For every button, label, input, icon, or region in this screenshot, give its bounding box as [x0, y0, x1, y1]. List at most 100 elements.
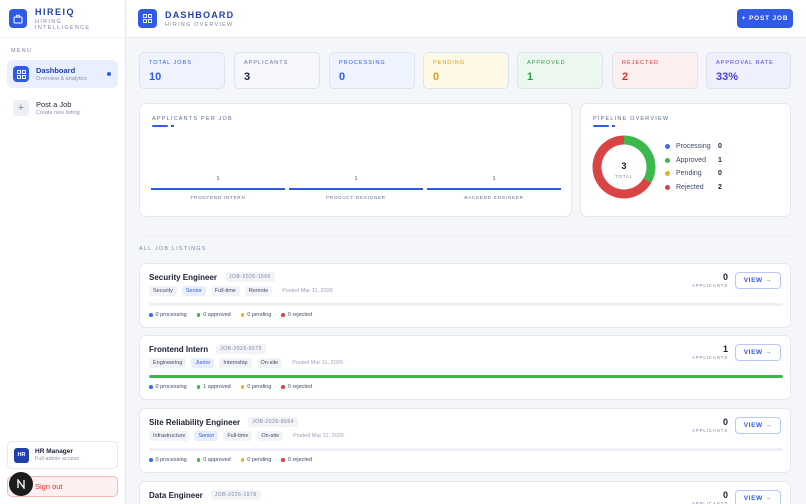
- stat-value: 0: [433, 71, 440, 83]
- stat-card-pending: PENDING 0: [423, 52, 509, 89]
- stat-label: APPLICANTS: [244, 60, 289, 66]
- legend-value: 0: [718, 170, 722, 178]
- view-job-button[interactable]: VIEW →: [735, 344, 781, 361]
- applicant-label: APPLICANTS: [691, 428, 728, 433]
- job-id-badge: JOB-2026-1978: [210, 490, 261, 500]
- count-text: 0 processing: [155, 312, 187, 318]
- title-accent: [152, 125, 174, 127]
- legend-item: Processing 0: [665, 140, 722, 154]
- stat-label: APPROVED: [527, 60, 566, 66]
- stat-value: 2: [622, 71, 629, 83]
- active-indicator: [107, 72, 111, 76]
- app-root: HIREIQ HIRING INTELLIGENCE MENU Dashboar…: [0, 0, 806, 504]
- applicant-number: 0: [722, 272, 728, 282]
- brand-subtitle: HIRING INTELLIGENCE: [35, 18, 91, 31]
- count-text: 0 rejected: [287, 384, 313, 390]
- tag-level: Junior: [191, 358, 215, 368]
- sidebar-item-dashboard[interactable]: Dashboard Overview & analytics: [7, 60, 118, 88]
- count-text: 0 approved: [203, 457, 231, 463]
- count-approved: 0 approved: [196, 457, 231, 463]
- tag-level: Senior: [181, 286, 206, 296]
- legend-item: Pending 0: [665, 167, 722, 181]
- job-id-badge: JOB-2026-9579: [216, 344, 266, 354]
- bar: [289, 188, 423, 190]
- legend-dot: [665, 171, 670, 177]
- brand: HIREIQ HIRING INTELLIGENCE: [0, 0, 125, 38]
- applicant-label: APPLICANTS: [691, 355, 728, 360]
- menu-title: MENU: [11, 48, 32, 54]
- count-processing: 0 processing: [149, 457, 187, 463]
- page-subtitle: HIRING OVERVIEW: [165, 21, 234, 28]
- count-rejected: 0 rejected: [281, 384, 312, 390]
- brand-name: HIREIQ: [35, 6, 76, 17]
- tag-type: Full-time: [223, 431, 253, 441]
- bar-group: 1 FRONTEND INTERN: [151, 176, 285, 200]
- user-name: HR Manager: [35, 448, 73, 455]
- bar-category-label: PRODUCT DESIGNER: [326, 195, 386, 200]
- stat-card-rejected: REJECTED 2: [612, 52, 698, 89]
- posted-date: Posted Mar 11, 2026: [292, 360, 343, 366]
- sidebar: HIREIQ HIRING INTELLIGENCE MENU Dashboar…: [0, 0, 126, 504]
- post-job-button[interactable]: + POST JOB: [737, 9, 793, 28]
- floating-n-icon[interactable]: [9, 472, 33, 496]
- job-title: Frontend Intern: [149, 344, 209, 354]
- legend-dot: [665, 184, 670, 190]
- count-text: 0 rejected: [287, 312, 313, 318]
- job-title: Data Engineer: [149, 490, 203, 500]
- panel-title: PIPELINE OVERVIEW: [593, 116, 670, 122]
- sidebar-item-label: Dashboard: [36, 66, 76, 75]
- grid-icon: [13, 66, 29, 82]
- count-pending: 0 pending: [240, 384, 271, 390]
- job-id-badge: JOB-2026-1566: [225, 272, 275, 282]
- stat-value: 3: [244, 71, 251, 83]
- tag-level: Senior: [194, 431, 219, 441]
- stat-value: 10: [149, 71, 162, 83]
- stat-label: PENDING: [433, 60, 466, 66]
- job-card: Frontend Intern JOB-2026-9579 Engineering J…: [139, 335, 791, 400]
- bar-value-label: 1: [492, 176, 496, 182]
- stat-value: 1: [527, 71, 534, 83]
- applicants-chart-panel: APPLICANTS PER JOB 1 FRONTEND INTERN 1 PROD…: [139, 103, 572, 217]
- divider: [139, 236, 791, 237]
- count-text: 0 pending: [247, 312, 272, 318]
- donut-total-label: TOTAL: [615, 174, 633, 179]
- stat-label: REJECTED: [622, 60, 660, 66]
- applicant-count: 0 APPLICANTS: [692, 490, 728, 504]
- grid-icon: [138, 9, 157, 28]
- count-text: 0 pending: [247, 457, 272, 463]
- applicant-count: 1 APPLICANTS: [692, 344, 728, 360]
- legend-label: Rejected: [676, 183, 704, 191]
- stat-value: 0: [339, 71, 346, 83]
- tag-mode: On-site: [257, 431, 284, 441]
- legend-item: Rejected 2: [665, 181, 722, 195]
- view-job-button[interactable]: VIEW →: [735, 417, 781, 434]
- legend-label: Pending: [676, 170, 702, 178]
- stat-card-applicants: APPLICANTS 3: [234, 52, 320, 89]
- legend-label: Processing: [676, 143, 711, 151]
- count-pending: 0 pending: [240, 312, 272, 318]
- tag-department: Security: [149, 286, 177, 296]
- view-job-button[interactable]: VIEW →: [735, 490, 781, 504]
- legend-value: 2: [718, 183, 722, 191]
- legend-dot: [665, 144, 670, 150]
- stat-label: PROCESSING: [339, 60, 386, 66]
- approval-progress-bar: [149, 303, 783, 306]
- count-approved: 0 approved: [196, 312, 231, 318]
- sidebar-item-post-job[interactable]: + Post a Job Create new listing: [7, 94, 118, 122]
- posted-date: Posted Mar 11, 2026: [282, 288, 333, 294]
- applicant-number: 0: [722, 417, 728, 427]
- bar-category-label: BACKEND ENGINEER: [464, 195, 524, 200]
- tag-type: Internship: [219, 358, 252, 368]
- bar-value-label: 1: [216, 176, 220, 182]
- applicant-label: APPLICANTS: [691, 283, 728, 288]
- job-id-badge: JOB-2026-8664: [248, 417, 298, 427]
- bar-category-label: FRONTEND INTERN: [190, 195, 246, 200]
- briefcase-icon: [9, 9, 28, 28]
- bar: [427, 188, 561, 190]
- stat-card-processing: PROCESSING 0: [329, 52, 415, 89]
- sidebar-item-label: Post a Job: [36, 100, 72, 109]
- sidebar-item-sub: Create new listing: [36, 110, 80, 116]
- view-job-button[interactable]: VIEW →: [735, 272, 781, 289]
- progress-fill: [149, 375, 783, 378]
- tag-mode: Remote: [244, 286, 273, 296]
